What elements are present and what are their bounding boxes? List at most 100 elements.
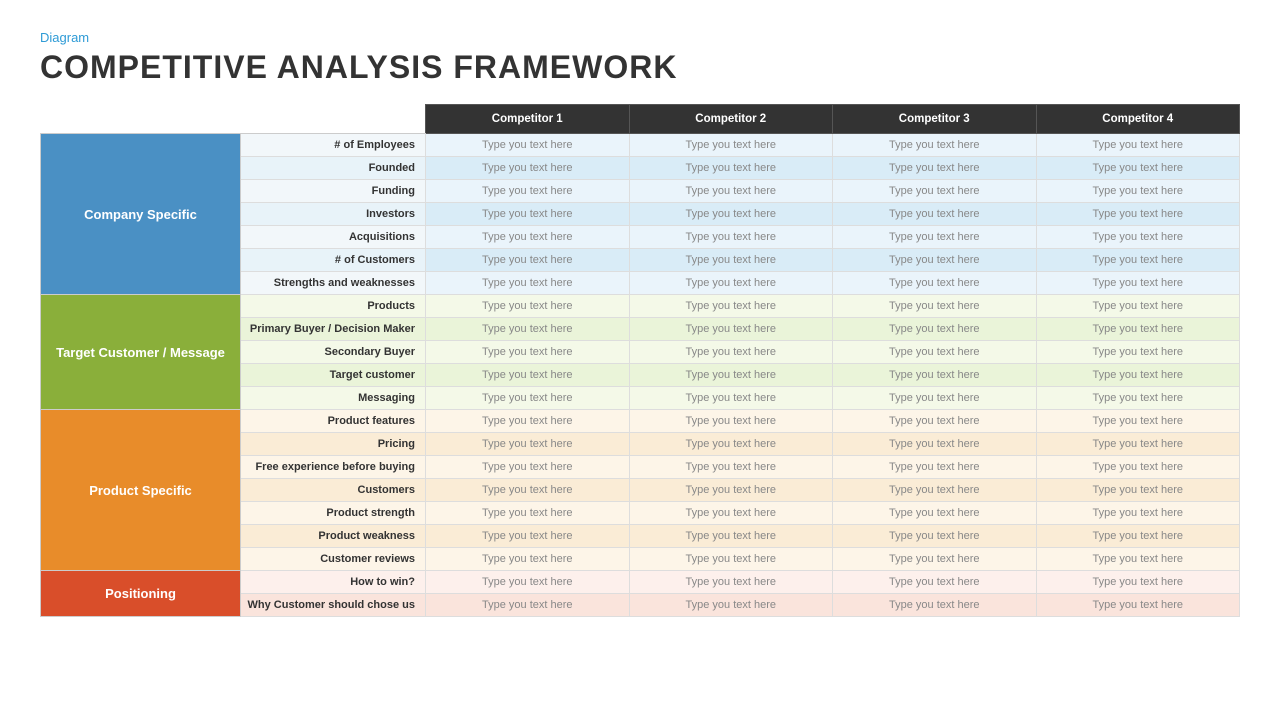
table-row: Company Specific# of EmployeesType you t… xyxy=(41,134,1240,157)
data-cell[interactable]: Type you text here xyxy=(629,364,833,387)
data-cell[interactable]: Type you text here xyxy=(629,502,833,525)
data-cell[interactable]: Type you text here xyxy=(629,134,833,157)
row-label: # of Customers xyxy=(241,249,426,272)
data-cell[interactable]: Type you text here xyxy=(1036,157,1240,180)
data-cell[interactable]: Type you text here xyxy=(426,249,630,272)
data-cell[interactable]: Type you text here xyxy=(426,364,630,387)
data-cell[interactable]: Type you text here xyxy=(833,226,1037,249)
data-cell[interactable]: Type you text here xyxy=(629,548,833,571)
data-cell[interactable]: Type you text here xyxy=(629,157,833,180)
data-cell[interactable]: Type you text here xyxy=(1036,479,1240,502)
data-cell[interactable]: Type you text here xyxy=(1036,502,1240,525)
data-cell[interactable]: Type you text here xyxy=(629,249,833,272)
row-label: Acquisitions xyxy=(241,226,426,249)
data-cell[interactable]: Type you text here xyxy=(833,387,1037,410)
row-label: How to win? xyxy=(241,571,426,594)
row-label: Pricing xyxy=(241,433,426,456)
data-cell[interactable]: Type you text here xyxy=(426,180,630,203)
data-cell[interactable]: Type you text here xyxy=(1036,433,1240,456)
col-header-competitor2: Competitor 2 xyxy=(629,105,833,134)
data-cell[interactable]: Type you text here xyxy=(833,295,1037,318)
data-cell[interactable]: Type you text here xyxy=(629,295,833,318)
data-cell[interactable]: Type you text here xyxy=(833,203,1037,226)
data-cell[interactable]: Type you text here xyxy=(1036,525,1240,548)
data-cell[interactable]: Type you text here xyxy=(833,525,1037,548)
data-cell[interactable]: Type you text here xyxy=(1036,295,1240,318)
data-cell[interactable]: Type you text here xyxy=(426,318,630,341)
data-cell[interactable]: Type you text here xyxy=(833,341,1037,364)
data-cell[interactable]: Type you text here xyxy=(833,318,1037,341)
data-cell[interactable]: Type you text here xyxy=(833,157,1037,180)
data-cell[interactable]: Type you text here xyxy=(629,341,833,364)
data-cell[interactable]: Type you text here xyxy=(426,295,630,318)
data-cell[interactable]: Type you text here xyxy=(426,341,630,364)
data-cell[interactable]: Type you text here xyxy=(629,433,833,456)
data-cell[interactable]: Type you text here xyxy=(629,479,833,502)
data-cell[interactable]: Type you text here xyxy=(426,226,630,249)
data-cell[interactable]: Type you text here xyxy=(629,272,833,295)
data-cell[interactable]: Type you text here xyxy=(1036,249,1240,272)
data-cell[interactable]: Type you text here xyxy=(426,479,630,502)
category-company-specific: Company Specific xyxy=(41,134,241,295)
data-cell[interactable]: Type you text here xyxy=(1036,318,1240,341)
row-label: Customer reviews xyxy=(241,548,426,571)
data-cell[interactable]: Type you text here xyxy=(833,433,1037,456)
data-cell[interactable]: Type you text here xyxy=(1036,594,1240,617)
data-cell[interactable]: Type you text here xyxy=(833,134,1037,157)
data-cell[interactable]: Type you text here xyxy=(1036,180,1240,203)
data-cell[interactable]: Type you text here xyxy=(1036,203,1240,226)
data-cell[interactable]: Type you text here xyxy=(426,387,630,410)
data-cell[interactable]: Type you text here xyxy=(1036,364,1240,387)
row-label: Products xyxy=(241,295,426,318)
row-label: Product strength xyxy=(241,502,426,525)
data-cell[interactable]: Type you text here xyxy=(833,410,1037,433)
data-cell[interactable]: Type you text here xyxy=(629,456,833,479)
data-cell[interactable]: Type you text here xyxy=(629,318,833,341)
table-row: Product SpecificProduct featuresType you… xyxy=(41,410,1240,433)
data-cell[interactable]: Type you text here xyxy=(833,571,1037,594)
row-label: Why Customer should chose us xyxy=(241,594,426,617)
data-cell[interactable]: Type you text here xyxy=(833,594,1037,617)
data-cell[interactable]: Type you text here xyxy=(1036,272,1240,295)
data-cell[interactable]: Type you text here xyxy=(426,502,630,525)
data-cell[interactable]: Type you text here xyxy=(833,502,1037,525)
data-cell[interactable]: Type you text here xyxy=(426,594,630,617)
data-cell[interactable]: Type you text here xyxy=(629,525,833,548)
row-label: Secondary Buyer xyxy=(241,341,426,364)
data-cell[interactable]: Type you text here xyxy=(1036,571,1240,594)
data-cell[interactable]: Type you text here xyxy=(629,594,833,617)
data-cell[interactable]: Type you text here xyxy=(833,249,1037,272)
data-cell[interactable]: Type you text here xyxy=(426,157,630,180)
data-cell[interactable]: Type you text here xyxy=(629,203,833,226)
data-cell[interactable]: Type you text here xyxy=(833,180,1037,203)
data-cell[interactable]: Type you text here xyxy=(426,433,630,456)
data-cell[interactable]: Type you text here xyxy=(1036,341,1240,364)
data-cell[interactable]: Type you text here xyxy=(426,571,630,594)
data-cell[interactable]: Type you text here xyxy=(426,548,630,571)
data-cell[interactable]: Type you text here xyxy=(833,456,1037,479)
data-cell[interactable]: Type you text here xyxy=(1036,410,1240,433)
data-cell[interactable]: Type you text here xyxy=(629,387,833,410)
data-cell[interactable]: Type you text here xyxy=(1036,387,1240,410)
data-cell[interactable]: Type you text here xyxy=(833,479,1037,502)
data-cell[interactable]: Type you text here xyxy=(1036,134,1240,157)
data-cell[interactable]: Type you text here xyxy=(629,571,833,594)
data-cell[interactable]: Type you text here xyxy=(1036,226,1240,249)
data-cell[interactable]: Type you text here xyxy=(426,456,630,479)
data-cell[interactable]: Type you text here xyxy=(426,410,630,433)
data-cell[interactable]: Type you text here xyxy=(833,364,1037,387)
data-cell[interactable]: Type you text here xyxy=(833,272,1037,295)
data-cell[interactable]: Type you text here xyxy=(426,272,630,295)
data-cell[interactable]: Type you text here xyxy=(1036,548,1240,571)
data-cell[interactable]: Type you text here xyxy=(629,180,833,203)
data-cell[interactable]: Type you text here xyxy=(1036,456,1240,479)
col-header-empty xyxy=(41,105,241,134)
data-cell[interactable]: Type you text here xyxy=(426,203,630,226)
col-header-competitor1: Competitor 1 xyxy=(426,105,630,134)
data-cell[interactable]: Type you text here xyxy=(426,134,630,157)
data-cell[interactable]: Type you text here xyxy=(629,410,833,433)
data-cell[interactable]: Type you text here xyxy=(426,525,630,548)
data-cell[interactable]: Type you text here xyxy=(833,548,1037,571)
data-cell[interactable]: Type you text here xyxy=(629,226,833,249)
row-label: Investors xyxy=(241,203,426,226)
